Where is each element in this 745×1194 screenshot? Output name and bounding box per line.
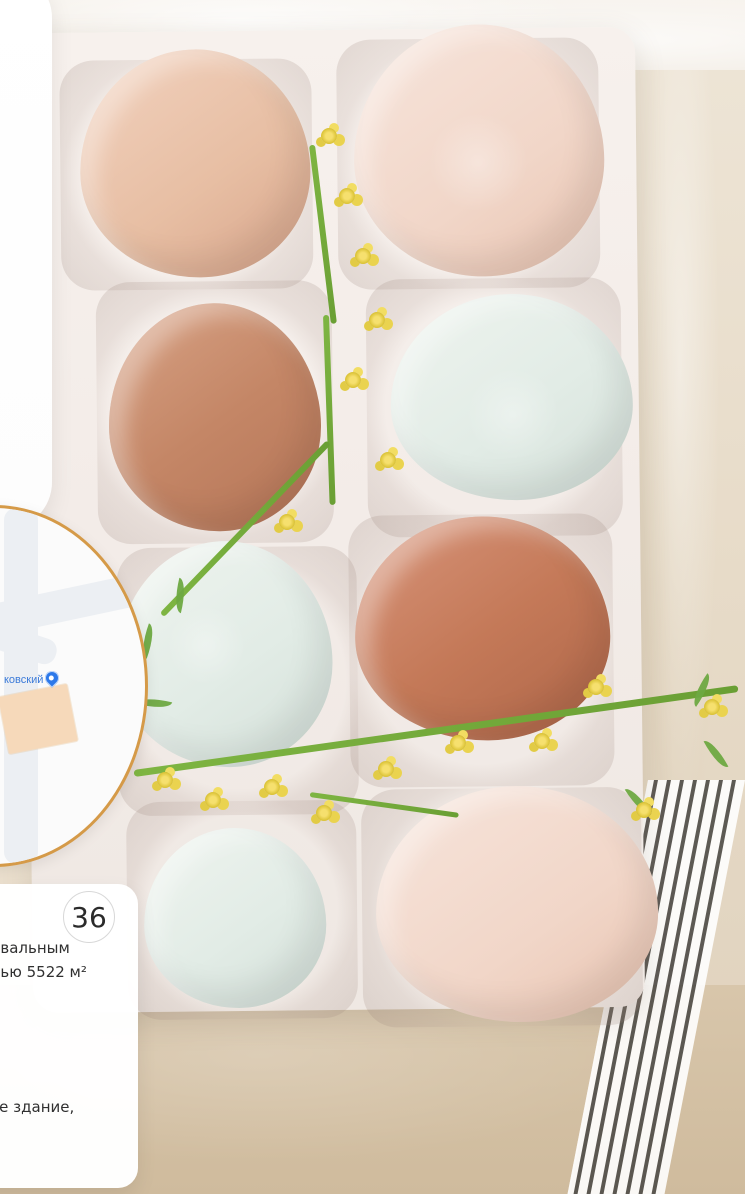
goldenrod-blossom	[380, 452, 396, 468]
goldenrod-blossom	[588, 679, 604, 695]
egg-tray	[22, 23, 660, 1028]
property-info-card: 36 двальным дью 5522 м² ое здание,	[0, 884, 138, 1188]
goldenrod-blossom	[369, 312, 385, 328]
promo-canvas: ковский 36 двальным дью 5522 м² ое здани…	[0, 0, 745, 1194]
left-info-panel	[0, 0, 52, 530]
info-line-2: дью 5522 м²	[0, 963, 87, 981]
map-building	[0, 683, 78, 755]
goldenrod-blossom	[636, 802, 652, 818]
map-road	[4, 508, 38, 864]
goldenrod-blossom	[339, 188, 355, 204]
goldenrod-blossom	[279, 514, 295, 530]
goldenrod-blossom	[534, 733, 550, 749]
goldenrod-blossom	[704, 699, 720, 715]
info-line-3: ое здание,	[0, 1098, 75, 1116]
goldenrod-blossom	[316, 805, 332, 821]
goldenrod-blossom	[378, 761, 394, 777]
goldenrod-blossom	[157, 772, 173, 788]
goldenrod-blossom	[450, 735, 466, 751]
goldenrod-blossom	[264, 779, 280, 795]
info-line-1: двальным	[0, 939, 70, 957]
count-badge: 36	[63, 891, 115, 943]
goldenrod-blossom	[321, 128, 337, 144]
goldenrod-blossom	[355, 248, 371, 264]
goldenrod-blossom	[345, 372, 361, 388]
map-location-label: ковский	[4, 674, 44, 686]
goldenrod-blossom	[205, 792, 221, 808]
